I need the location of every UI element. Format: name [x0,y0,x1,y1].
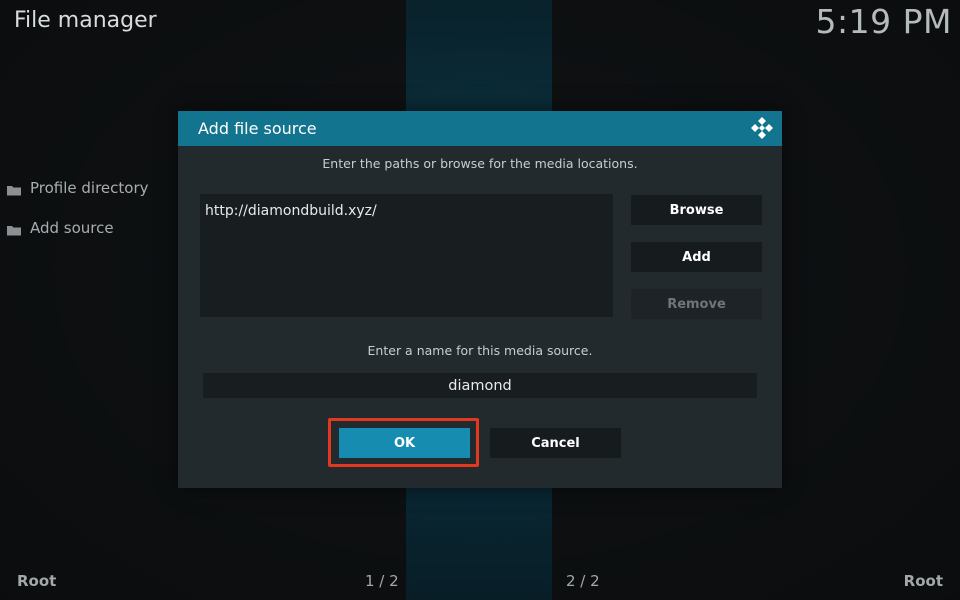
sidebar-item-label: Profile directory [30,179,149,197]
folder-icon [6,222,22,236]
sidebar-item-label: Add source [30,219,114,237]
footer-page-left: 1 / 2 [365,572,399,590]
paths-list[interactable]: http://diamondbuild.xyz/ [200,194,613,317]
paths-prompt: Enter the paths or browse for the media … [322,156,638,171]
ok-button[interactable]: OK [339,428,470,458]
folder-icon [6,182,22,196]
footer-right-label: Root [903,572,943,590]
dialog-title: Add file source [198,119,317,138]
footer-page-right: 2 / 2 [566,572,600,590]
browse-button[interactable]: Browse [631,195,762,225]
remove-button[interactable]: Remove [631,289,762,319]
sidebar-item-add-source[interactable]: Add source [6,208,149,248]
dialog-header: Add file source [178,111,782,146]
clock: 5:19 PM [815,2,952,41]
add-button[interactable]: Add [631,242,762,272]
source-name-input[interactable]: diamond [203,373,757,398]
add-file-source-dialog: Add file source Enter the paths or brows… [178,111,782,488]
cancel-button[interactable]: Cancel [490,428,621,458]
sidebar: Profile directory Add source [6,168,149,248]
path-item[interactable]: http://diamondbuild.xyz/ [200,194,613,228]
name-prompt: Enter a name for this media source. [367,343,593,358]
page-title: File manager [14,8,157,33]
sidebar-item-profile-directory[interactable]: Profile directory [6,168,149,208]
kodi-logo-icon [750,116,774,140]
footer-left-label: Root [17,572,57,590]
